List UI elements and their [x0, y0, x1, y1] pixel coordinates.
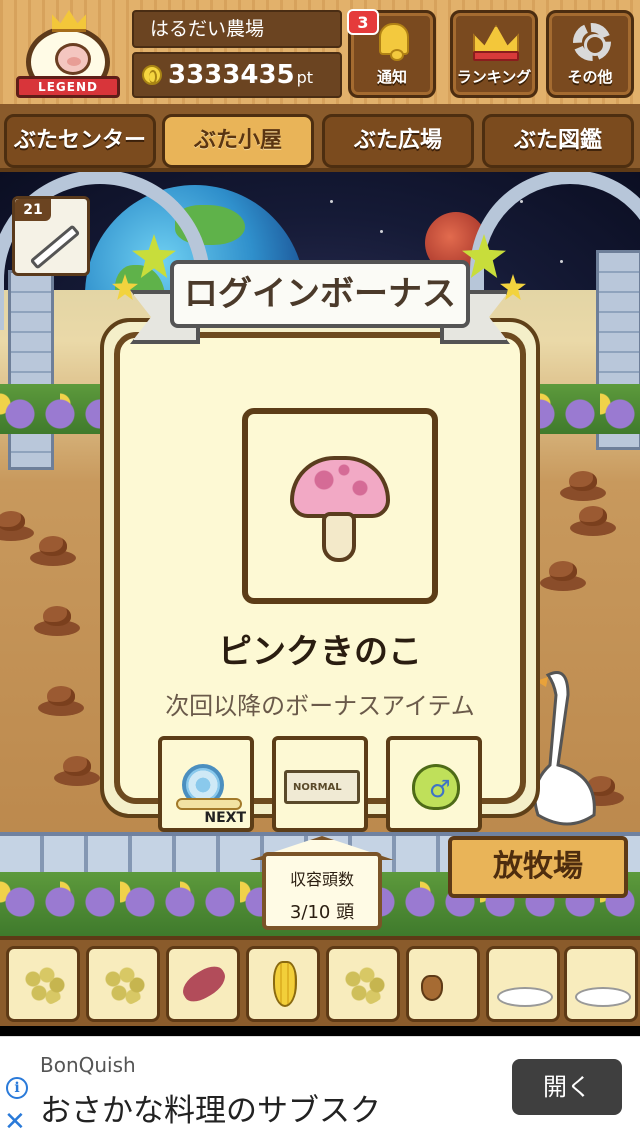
notification-badge: 3: [347, 9, 379, 35]
badge-crown-icon: [52, 10, 86, 32]
info-icon[interactable]: i: [6, 1077, 28, 1099]
tab-bar: ぶたセンター ぶた小屋 ぶた広場 ぶた図鑑: [0, 108, 640, 172]
capacity-value: 3/10 頭: [289, 902, 355, 923]
ranking-button[interactable]: ランキング: [450, 10, 538, 98]
pig-icon: [55, 43, 91, 75]
upcoming-slot-3: ♂: [386, 736, 482, 832]
ad-open-button[interactable]: 開く: [512, 1059, 622, 1115]
feed-slot-meatball-plate[interactable]: [564, 946, 638, 1022]
tab-buta-hiroba[interactable]: ぶた広場: [322, 114, 474, 168]
bell-icon: [379, 23, 409, 61]
male-symbol-icon: ♂: [429, 775, 451, 803]
syringe-icon: [29, 224, 81, 270]
points-display: 3333435 pt: [132, 52, 342, 98]
soybeans-icon: [21, 965, 67, 1005]
capacity-label: 収容頭数: [289, 870, 354, 889]
login-bonus-modal[interactable]: ピンクきのこ 次回以降のボーナスアイテム NEXT NORMAL ♂ ログインボ…: [100, 234, 540, 832]
settings-button[interactable]: その他: [546, 10, 634, 98]
corn-icon: [273, 961, 297, 1007]
farm-name: はるだい農場: [132, 10, 342, 48]
crown-band: [473, 51, 519, 61]
legend-ribbon: LEGEND: [16, 76, 120, 98]
pasture-button[interactable]: 放牧場: [448, 836, 628, 898]
capacity-sign: 収容頭数 3/10 頭: [262, 852, 382, 930]
upcoming-slot-2: NORMAL: [272, 736, 368, 832]
notification-label: 通知: [376, 68, 407, 86]
feed-slot-grains[interactable]: [86, 946, 160, 1022]
player-badge[interactable]: LEGEND: [12, 8, 124, 104]
points-value: 3333435: [168, 60, 295, 90]
ad-banner[interactable]: i ✕ BonQuish おさかな料理のサブスク 開く: [0, 1036, 640, 1136]
ad-brand: BonQuish: [40, 1053, 136, 1077]
title-ribbon: ログインボーナス: [130, 260, 510, 344]
close-icon[interactable]: ✕: [4, 1107, 26, 1136]
tab-buta-goya[interactable]: ぶた小屋: [162, 114, 314, 168]
next-caption: NEXT: [204, 810, 246, 826]
meatball-plate-icon: [575, 987, 631, 1007]
gear-icon: [573, 23, 611, 61]
grains-icon: [101, 965, 147, 1005]
rice-plate-icon: [497, 987, 553, 1007]
feed-slot-corn[interactable]: [246, 946, 320, 1022]
feed-slot-acorn[interactable]: [406, 946, 480, 1022]
syringe-count: 21: [15, 199, 51, 221]
pink-mushroom-icon: [290, 456, 390, 518]
tab-buta-zukan[interactable]: ぶた図鑑: [482, 114, 634, 168]
bonus-item-name: ピンクきのこ: [218, 632, 422, 672]
mushroom-stem: [322, 512, 356, 562]
feed-slot-rice-plate[interactable]: [486, 946, 560, 1022]
upcoming-bonus-caption: 次回以降のボーナスアイテム: [165, 692, 475, 720]
modal-body: ピンクきのこ 次回以降のボーナスアイテム NEXT NORMAL ♂: [114, 332, 526, 832]
snail-body: [176, 798, 242, 810]
ad-title: おさかな料理のサブスク: [40, 1093, 381, 1129]
ticket-icon: NORMAL: [284, 770, 360, 804]
feed-slot-mixed[interactable]: [326, 946, 400, 1022]
upcoming-slot-1: NEXT: [158, 736, 254, 832]
bonus-item-frame: [242, 408, 438, 604]
notification-button[interactable]: 3 通知: [347, 9, 436, 98]
points-unit: pt: [296, 68, 314, 87]
settings-label: その他: [567, 68, 613, 86]
modal-frame: ピンクきのこ 次回以降のボーナスアイテム NEXT NORMAL ♂: [100, 318, 540, 832]
feed-slot-soybeans[interactable]: [6, 946, 80, 1022]
sweet-potato-icon: [177, 961, 231, 1007]
ranking-label: ランキング: [456, 68, 532, 86]
coin-icon: [142, 65, 162, 85]
top-header: LEGEND はるだい農場 3333435 pt 3 通知 ランキング その他: [0, 0, 640, 108]
feed-bar: [0, 936, 640, 1026]
tab-buta-center[interactable]: ぶたセンター: [4, 114, 156, 168]
acorn-icon: [421, 975, 443, 1001]
mixed-feed-icon: [341, 965, 387, 1005]
modal-title: ログインボーナス: [170, 260, 470, 328]
syringe-item-button[interactable]: 21: [12, 196, 90, 276]
male-apple-icon: ♂: [412, 764, 460, 810]
feed-slot-sweet-potato[interactable]: [166, 946, 240, 1022]
